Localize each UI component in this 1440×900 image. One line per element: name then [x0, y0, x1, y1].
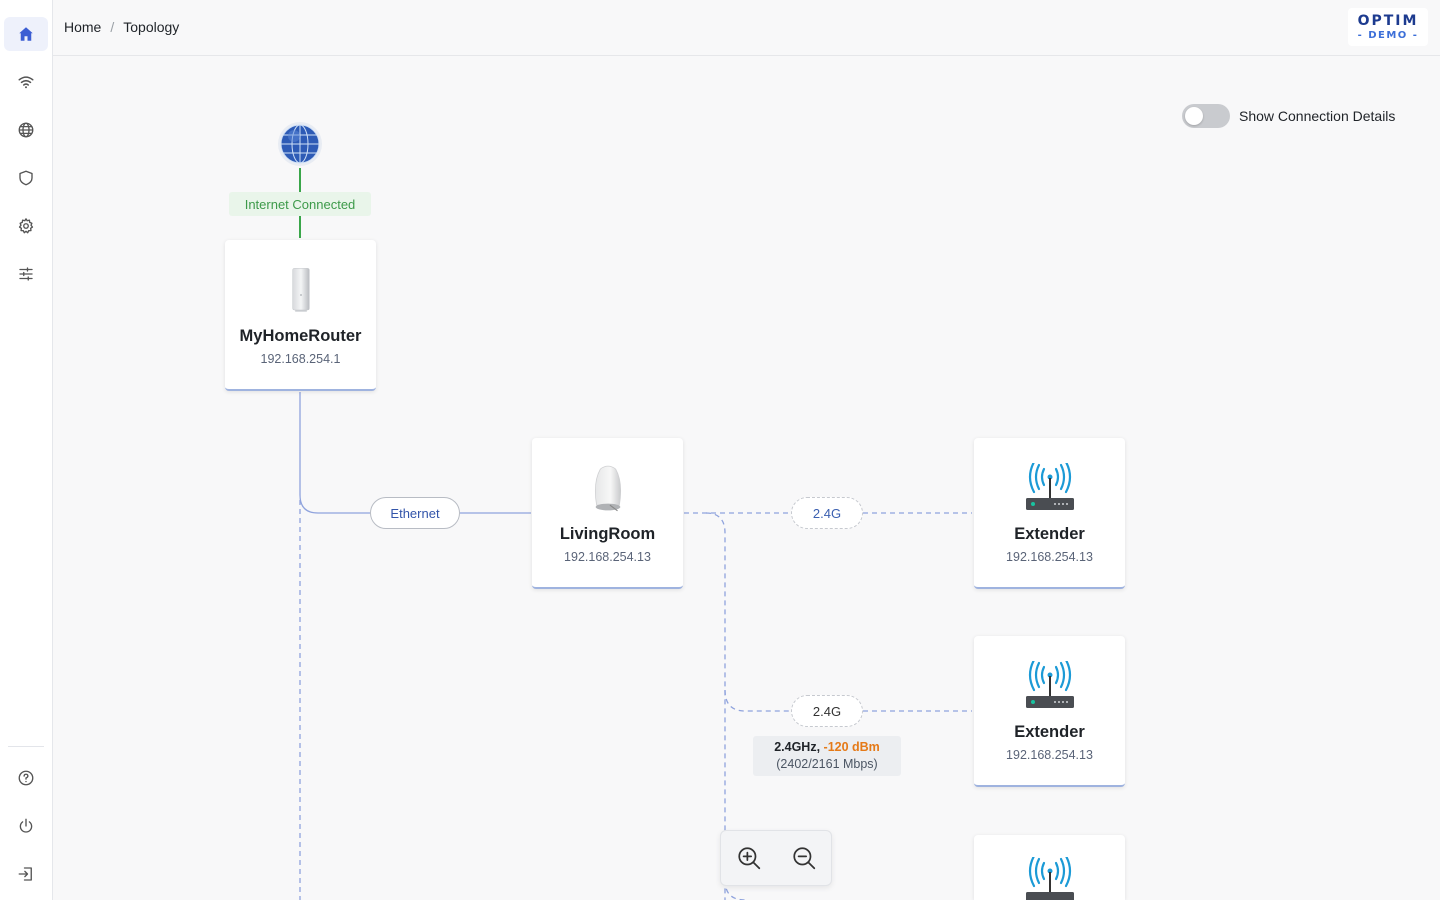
brand-name: OPTIM — [1357, 13, 1419, 29]
extender-2-name: Extender — [1014, 723, 1085, 741]
internet-globe-icon[interactable] — [276, 121, 324, 167]
logout-icon — [18, 867, 32, 881]
living-room-node[interactable]: LivingRoom 192.168.254.13 — [532, 438, 683, 589]
ethernet-link-label[interactable]: Ethernet — [370, 497, 460, 529]
toggle-knob — [1185, 107, 1203, 125]
help-icon — [18, 770, 34, 786]
extender-1-name: Extender — [1014, 525, 1085, 543]
connection-rate: (2402/2161 Mbps) — [776, 757, 878, 771]
nav-home[interactable] — [4, 17, 48, 51]
extender-2-ip: 192.168.254.13 — [1006, 748, 1093, 762]
breadcrumb-separator: / — [110, 19, 115, 35]
connection-signal: 2.4GHz, -120 dBm — [753, 739, 901, 756]
gear-icon — [18, 218, 34, 234]
router-node[interactable]: MyHomeRouter 192.168.254.1 — [225, 240, 376, 391]
sliders-icon — [19, 267, 33, 281]
extender-node-3[interactable] — [974, 835, 1125, 900]
nav-logout[interactable] — [4, 857, 48, 891]
zoom-out-button[interactable] — [786, 840, 822, 876]
extender-device-icon — [974, 460, 1125, 516]
zoom-in-button[interactable] — [731, 840, 767, 876]
top-bar: Home / Topology OPTIM - DEMO - — [53, 0, 1440, 56]
brand-subtitle: - DEMO - — [1357, 30, 1419, 41]
extender-node-1[interactable]: Extender 192.168.254.13 — [974, 438, 1125, 589]
router-name: MyHomeRouter — [239, 327, 362, 345]
topology-links — [299, 168, 972, 900]
nav-help[interactable] — [4, 761, 48, 795]
nav-internet[interactable] — [4, 113, 48, 147]
extender-node-2[interactable]: Extender 192.168.254.13 — [974, 636, 1125, 787]
shield-icon — [19, 170, 33, 186]
power-icon — [19, 818, 33, 833]
toggle-label: Show Connection Details — [1239, 108, 1396, 124]
nav-security[interactable] — [4, 161, 48, 195]
nav-adjustments[interactable] — [4, 257, 48, 291]
extender-1-ip: 192.168.254.13 — [1006, 550, 1093, 564]
breadcrumb-home[interactable]: Home — [64, 19, 101, 35]
breadcrumb: Home / Topology — [64, 19, 179, 35]
connection-band: 2.4GHz, — [774, 740, 821, 754]
wifi-link-label-1[interactable]: 2.4G — [791, 497, 863, 529]
living-room-ip: 192.168.254.13 — [564, 550, 651, 564]
nav-wifi[interactable] — [4, 65, 48, 99]
ethernet-link — [299, 392, 531, 514]
router-ip: 192.168.254.1 — [260, 352, 341, 366]
brand-logo: OPTIM - DEMO - — [1348, 8, 1428, 46]
connection-rssi: -120 dBm — [823, 740, 880, 754]
connection-details-toggle[interactable]: Show Connection Details — [1182, 104, 1395, 128]
wifi-link-label-2[interactable]: 2.4G — [791, 695, 863, 727]
zoom-controls — [720, 830, 832, 886]
home-icon — [19, 27, 33, 41]
zoom-in-icon — [737, 847, 760, 870]
globe-icon — [18, 122, 34, 138]
sidebar-divider — [8, 746, 44, 747]
connection-details-tooltip: 2.4GHz, -120 dBm (2402/2161 Mbps) — [753, 736, 901, 776]
extender-device-icon — [974, 857, 1125, 900]
toggle-switch[interactable] — [1182, 104, 1230, 128]
zoom-out-icon — [792, 847, 815, 870]
sidebar — [0, 0, 53, 900]
nav-settings[interactable] — [4, 209, 48, 243]
router-device-icon — [225, 262, 376, 318]
nav-power[interactable] — [4, 809, 48, 843]
internet-status-badge: Internet Connected — [229, 192, 371, 216]
extender-device-icon — [974, 658, 1125, 714]
satellite-device-icon — [532, 460, 683, 516]
wifi-icon — [18, 76, 34, 89]
living-room-name: LivingRoom — [559, 525, 656, 543]
breadcrumb-current: Topology — [123, 19, 180, 35]
